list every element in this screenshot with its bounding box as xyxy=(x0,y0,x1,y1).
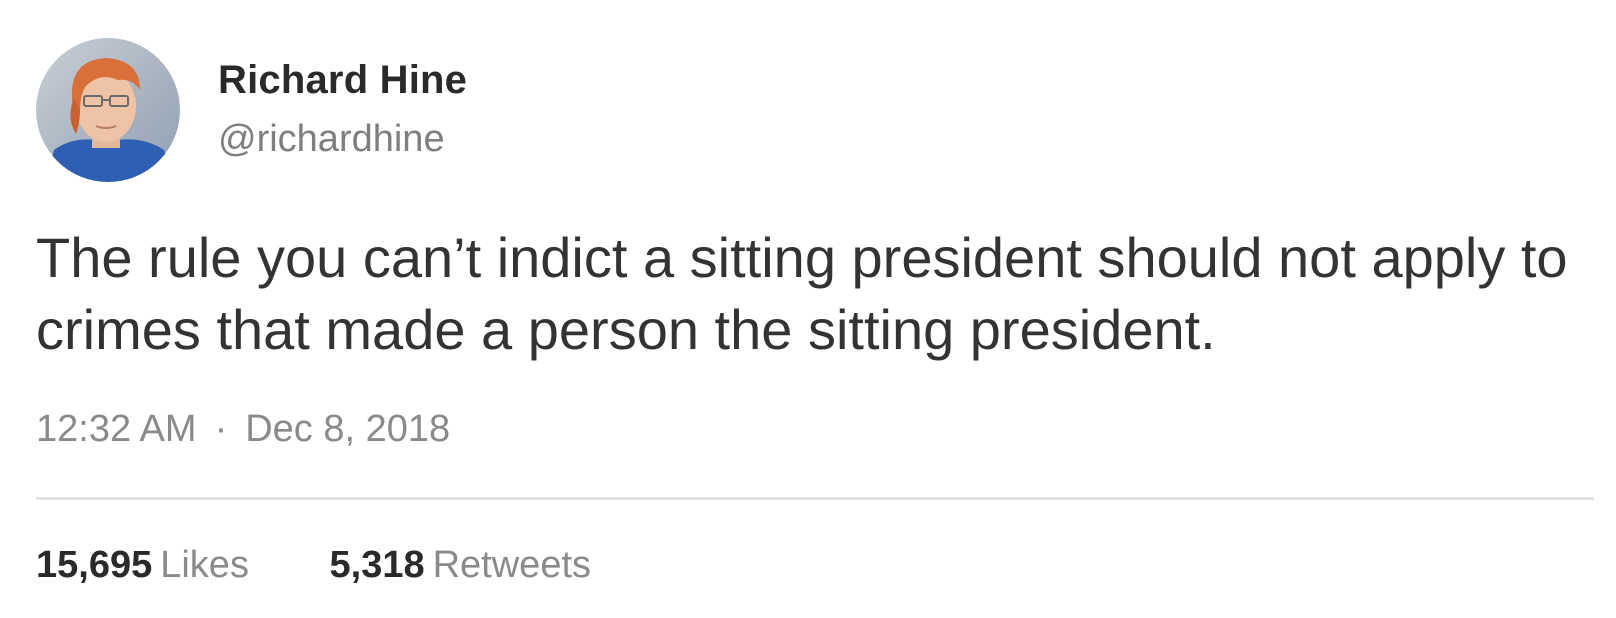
profile-photo-icon xyxy=(36,38,180,182)
likes-label: Likes xyxy=(160,544,249,586)
tweet-time: 12:32 AM xyxy=(36,408,197,450)
tweet-stats: 15,695 Likes 5,318 Retweets xyxy=(36,544,591,587)
likes-count: 15,695 xyxy=(36,544,153,586)
retweets-label: Retweets xyxy=(432,544,592,586)
tweet-card: Richard Hine @richardhine The rule you c… xyxy=(0,0,1616,618)
author-handle[interactable]: @richardhine xyxy=(218,118,445,161)
tweet-timestamp[interactable]: 12:32 AM · Dec 8, 2018 xyxy=(36,408,450,451)
retweets-count: 5,318 xyxy=(329,544,425,586)
author-display-name[interactable]: Richard Hine xyxy=(218,58,467,103)
avatar[interactable] xyxy=(36,38,180,182)
timestamp-separator: · xyxy=(214,408,228,450)
divider xyxy=(36,497,1594,500)
likes-stat[interactable]: 15,695 Likes xyxy=(36,544,249,587)
tweet-date: Dec 8, 2018 xyxy=(245,408,451,450)
retweets-stat[interactable]: 5,318 Retweets xyxy=(330,544,592,587)
tweet-text: The rule you can’t indict a sitting pres… xyxy=(36,226,1568,361)
